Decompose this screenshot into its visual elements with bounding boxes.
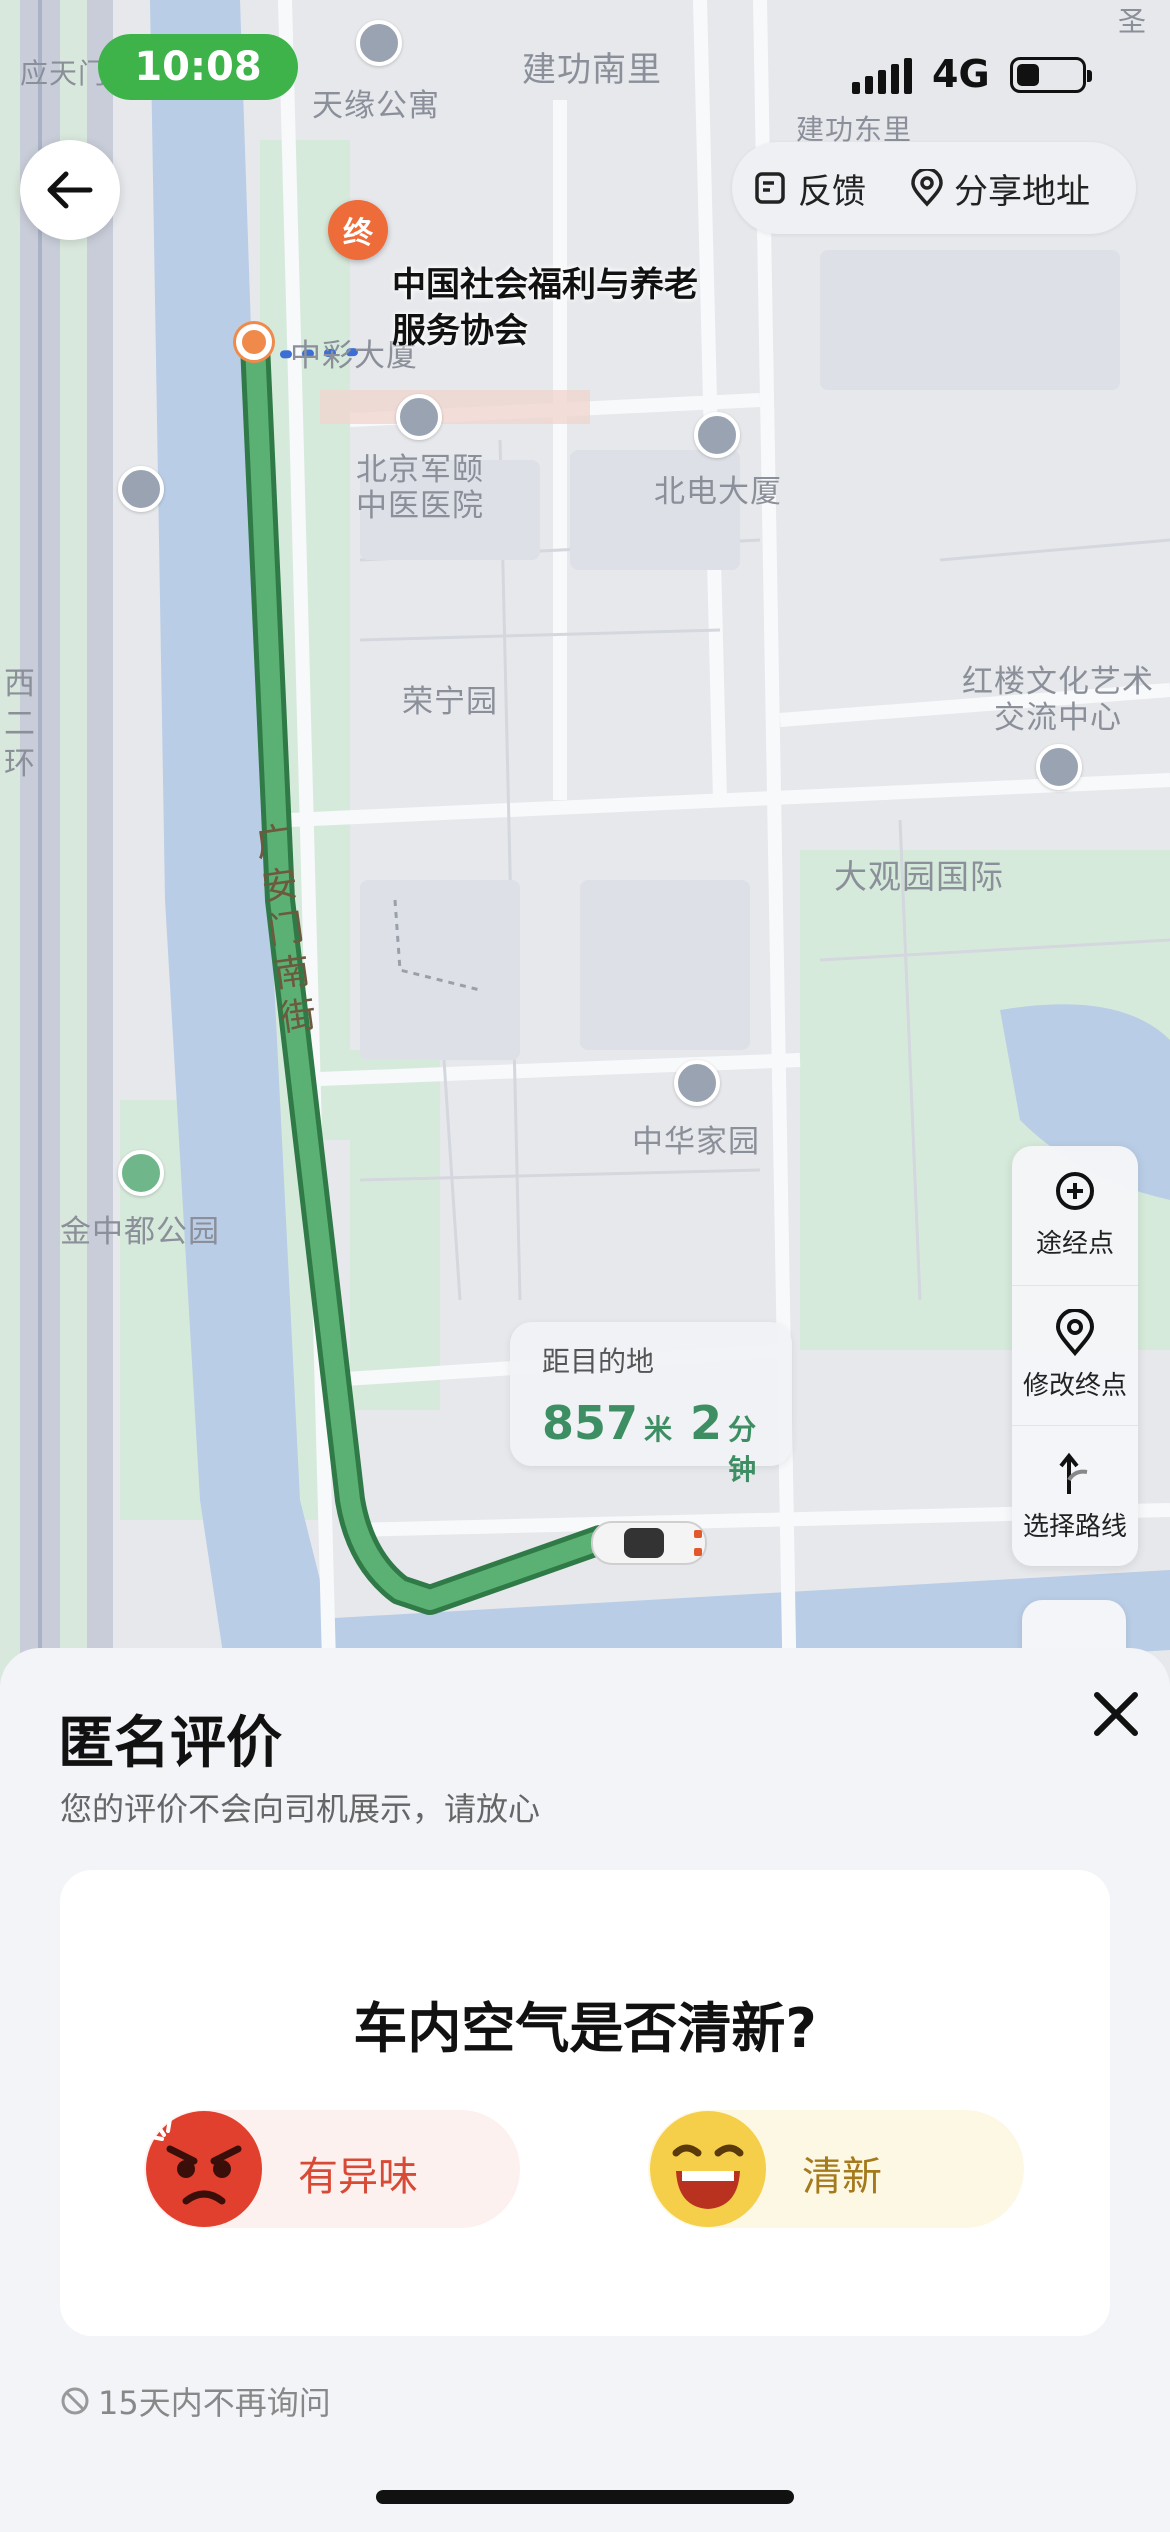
map-label: 北电大厦 [654, 474, 782, 510]
distance-card-value: 857 米 2 分钟 [542, 1396, 760, 1488]
distance-unit: 米 [644, 1413, 673, 1446]
hospital-icon [396, 394, 442, 440]
waypoint-button[interactable]: 途经点 [1012, 1146, 1138, 1286]
distance-card-title: 距目的地 [542, 1345, 655, 1378]
distance-value: 857 [542, 1396, 639, 1450]
car-icon [591, 1521, 707, 1565]
back-button[interactable] [20, 140, 120, 240]
edit-destination-button[interactable]: 修改终点 [1012, 1286, 1138, 1426]
option-bad-label: 有异味 [298, 2154, 418, 2200]
time-value: 2 [690, 1396, 723, 1450]
network-type: 4G [932, 52, 990, 96]
park-icon [118, 1150, 164, 1196]
share-address-label: 分享地址 [954, 171, 1090, 212]
home-indicator[interactable] [376, 2490, 794, 2504]
no-ask-icon [61, 2387, 89, 2415]
map-view[interactable]: 天缘公寓 建功南里 建功东里 中彩大厦 北京军颐 中医医院 北电大厦 荣宁园 红… [0, 0, 1170, 1700]
question-text: 车内空气是否清新? [353, 1997, 817, 2060]
choose-route-button[interactable]: 选择路线 [1012, 1426, 1138, 1566]
option-bad-smell[interactable]: 有异味 [144, 2110, 520, 2228]
location-pin-icon [1055, 1309, 1095, 1357]
poi-icon [694, 412, 740, 458]
map-label: 大观园国际 [834, 857, 1004, 896]
poi-icon [674, 1060, 720, 1106]
map-label: 荣宁园 [402, 684, 498, 720]
add-location-icon [1056, 1172, 1094, 1210]
start-marker [236, 324, 272, 360]
route-icon [1059, 1452, 1088, 1494]
feedback-label: 反馈 [798, 171, 866, 212]
rating-sheet: 匿名评价 您的评价不会向司机展示，请放心 车内空气是否清新? 有异味 清新 15… [0, 1648, 1170, 2532]
angry-face-icon [146, 2111, 262, 2227]
map-label: 中华家园 [632, 1124, 760, 1160]
laughing-face-icon [650, 2111, 766, 2227]
map-label: 北京军颐 中医医院 [356, 452, 484, 524]
waypoint-label: 途经点 [1035, 1229, 1114, 1259]
map-label: 西二环 [4, 666, 36, 782]
feedback-button[interactable]: 反馈 [732, 142, 888, 234]
dont-ask-again[interactable]: 15天内不再询问 [60, 2378, 331, 2424]
close-icon [1094, 1692, 1138, 1736]
option-good-label: 清新 [802, 2154, 882, 2200]
edit-note-icon [755, 172, 785, 204]
map-label: 金中都公园 [60, 1214, 220, 1250]
option-fresh[interactable]: 清新 [648, 2110, 1024, 2228]
question-card: 车内空气是否清新? 有异味 清新 [60, 1870, 1110, 2336]
time-unit: 分钟 [728, 1413, 757, 1486]
poi-icon [1036, 744, 1082, 790]
sheet-title: 匿名评价 [58, 1711, 282, 1776]
signal-icon [852, 58, 912, 94]
poi-icon [118, 466, 164, 512]
choose-route-label: 选择路线 [1022, 1511, 1127, 1542]
arrow-left-icon [47, 171, 93, 209]
edit-destination-label: 修改终点 [1022, 1371, 1127, 1401]
destination-marker: 终 [328, 200, 388, 260]
sheet-subtitle: 您的评价不会向司机展示，请放心 [60, 1790, 541, 1828]
status-bar: 10:08 4G [0, 0, 1170, 140]
map-tools-panel: 途经点 修改终点 选择路线 [1012, 1146, 1138, 1566]
distance-card: 距目的地 857 米 2 分钟 [510, 1322, 792, 1486]
share-location-icon [911, 169, 943, 207]
share-address-button[interactable]: 分享地址 [888, 142, 1112, 234]
battery-icon [1010, 57, 1092, 93]
dont-ask-again-label: 15天内不再询问 [98, 2384, 331, 2422]
top-actions: 反馈 分享地址 [732, 142, 1136, 234]
map-label: 红楼文化艺术 交流中心 [962, 664, 1154, 736]
status-time: 10:08 [98, 34, 298, 100]
close-button[interactable] [1080, 1678, 1152, 1750]
destination-name: 中国社会福利与养老服务协会 [392, 265, 698, 351]
